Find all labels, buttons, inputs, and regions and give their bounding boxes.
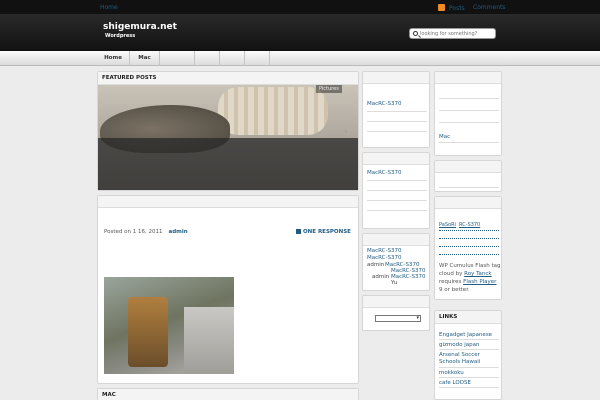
divider: [439, 122, 499, 123]
divider: [439, 349, 499, 350]
featured-posts: FEATURED POSTS Pictures ›: [97, 71, 359, 191]
divider: [367, 190, 427, 191]
links-box: LINKS Engadget Japanese gizmodo japan Ar…: [434, 310, 502, 400]
tab-empty-2[interactable]: [195, 51, 220, 66]
post-entry: Posted on 1 16, 2011 admin ONE RESPONSE: [97, 195, 359, 384]
middle-box-3: MacRC-S370 MacRC-S370 admin MacRC-S370 M…: [362, 233, 430, 291]
divider: [439, 110, 499, 111]
top-home-link[interactable]: Home: [100, 4, 118, 11]
tag-cloud-box: PaSoRi RC-S370 WP Cumulus Flash tag clou…: [434, 196, 502, 300]
middle-box-2-link[interactable]: MacRC-S370: [367, 170, 402, 176]
tab-mac[interactable]: Mac: [130, 51, 160, 66]
blogroll-link[interactable]: Arsenal Soccer Schools Hawaii: [439, 352, 499, 366]
flash-version: 9 or better.: [439, 287, 470, 293]
post-responses[interactable]: ONE RESPONSE: [296, 229, 351, 235]
comment-author: admin: [367, 262, 385, 268]
top-comments-link[interactable]: Comments: [473, 4, 506, 11]
responses-label: ONE RESPONSE: [303, 229, 351, 235]
tag-cloud-line: [439, 254, 499, 255]
post-meta: Posted on 1 16, 2011 admin: [104, 229, 188, 235]
right-box-1-title: [435, 72, 501, 84]
site-title[interactable]: shigemura.net: [103, 22, 177, 32]
featured-title: FEATURED POSTS: [98, 72, 358, 85]
post-date: Posted on 1 16, 2011: [104, 229, 163, 235]
comment-icon: [296, 229, 301, 234]
recent-comment-link[interactable]: MacRC-S370: [367, 248, 402, 254]
divider: [367, 121, 427, 122]
top-bar: Home Posts Comments: [0, 0, 600, 14]
tag-cloud-line: [439, 246, 499, 247]
divider: [367, 210, 427, 211]
tab-empty-1[interactable]: [160, 51, 195, 66]
tab-empty-4[interactable]: [245, 51, 270, 66]
middle-box-4-title: [363, 296, 429, 308]
post-author[interactable]: admin: [168, 229, 187, 235]
search-icon: [413, 31, 418, 36]
comment-author: Yu: [391, 280, 398, 286]
divider: [439, 387, 499, 388]
divider: [367, 131, 427, 132]
nav-bar: Home Mac: [0, 51, 600, 66]
archive-select[interactable]: ▾: [375, 315, 421, 322]
photo-road: [184, 307, 234, 374]
right-box-1: Mac: [434, 71, 502, 156]
divider: [367, 200, 427, 201]
blogroll-link[interactable]: mokkoku: [439, 370, 464, 376]
tag-link[interactable]: PaSoRi: [439, 222, 456, 228]
site-tagline: Wordpress: [105, 33, 136, 39]
posts-label: Posts: [449, 5, 465, 12]
chevron-down-icon: ▾: [416, 315, 419, 321]
mac-section-title: MAC: [98, 389, 358, 400]
middle-box-1-title: [363, 72, 429, 84]
chevron-right-icon[interactable]: ›: [344, 127, 348, 137]
divider: [367, 111, 427, 112]
divider: [439, 367, 499, 368]
middle-box-2-title: [363, 153, 429, 165]
tag-cloud-line: [439, 238, 499, 239]
cumulus-requires: requires: [439, 279, 462, 285]
tab-empty-3[interactable]: [220, 51, 245, 66]
tag-link[interactable]: RC-S370: [459, 222, 480, 228]
top-posts-link[interactable]: Posts: [438, 4, 465, 12]
post-title-bar: [98, 196, 358, 208]
middle-box-1-link[interactable]: MacRC-S370: [367, 101, 402, 107]
divider: [439, 98, 499, 99]
blogroll-link[interactable]: Engadget Japanese: [439, 332, 492, 338]
links-title: LINKS: [435, 311, 501, 324]
mac-section: MAC: [97, 388, 359, 400]
search-box: [409, 28, 496, 39]
cumulus-author-link[interactable]: Roy Tanck: [464, 271, 491, 277]
recent-comment-link[interactable]: MacRC-S370: [367, 255, 402, 261]
flash-player-link[interactable]: Flash Player: [463, 279, 496, 285]
slider-caption-band: [98, 138, 358, 190]
category-mac-link[interactable]: Mac: [439, 134, 450, 140]
slider-pillow: [218, 87, 328, 135]
cumulus-note: WP Cumulus Flash tag cloud by Roy Tanck …: [439, 262, 501, 294]
search-input[interactable]: [420, 30, 494, 38]
site-header: shigemura.net Wordpress: [0, 14, 600, 51]
featured-slider[interactable]: Pictures ›: [98, 85, 358, 190]
right-box-2: [434, 160, 502, 192]
divider: [439, 187, 499, 188]
divider: [439, 142, 499, 143]
tab-home[interactable]: Home: [97, 51, 130, 66]
divider: [439, 377, 499, 378]
divider: [439, 339, 499, 340]
comment-author: admin: [372, 274, 390, 280]
middle-box-4: ▾: [362, 295, 430, 331]
blogroll-link[interactable]: gizmodo japan: [439, 342, 479, 348]
middle-box-2: MacRC-S370: [362, 152, 430, 229]
tag-cloud-title: [435, 197, 501, 209]
middle-box-1: MacRC-S370: [362, 71, 430, 148]
middle-box-3-title: [363, 234, 429, 246]
right-box-2-title: [435, 161, 501, 173]
divider: [367, 180, 427, 181]
blogroll-link[interactable]: cafe LOOSE: [439, 380, 471, 386]
photo-robot: [128, 297, 168, 367]
slider-category-label[interactable]: Pictures: [316, 85, 342, 93]
tag-cloud-line: [439, 230, 499, 231]
post-photo[interactable]: [104, 277, 234, 374]
rss-icon: [438, 4, 445, 11]
